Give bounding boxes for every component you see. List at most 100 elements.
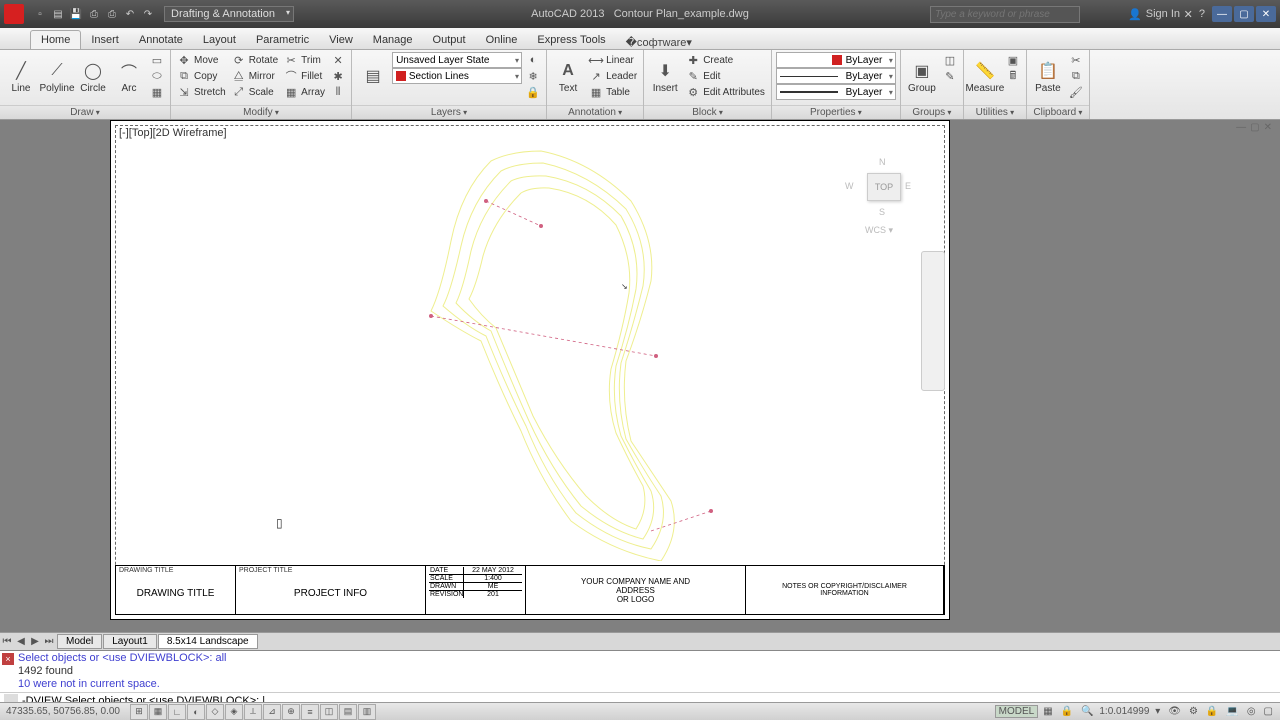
panel-title-properties[interactable]: Properties [772,105,900,119]
polyline-button[interactable]: ⟋Polyline [40,52,74,100]
workspace-switch-icon[interactable]: ⚙ [1186,706,1201,717]
hatch-button[interactable]: ▦ [148,84,166,100]
panel-title-annotation[interactable]: Annotation [547,105,643,119]
minimize-button[interactable]: — [1212,6,1232,22]
layer-freeze-button[interactable]: ❄ [524,68,542,84]
erase-button[interactable]: ✕ [329,52,347,68]
layer-current-combo[interactable]: Section Lines [392,68,522,84]
ungroup-button[interactable]: ◫ [941,52,959,68]
toolbar-lock-icon[interactable]: 🔒 [1203,706,1221,717]
mirror-button[interactable]: ⧋Mirror [230,68,280,84]
tab-nav-next-icon[interactable]: ▶ [28,636,42,647]
tab-manage[interactable]: Manage [363,31,423,49]
ducs-toggle[interactable]: ⊿ [263,704,281,720]
tab-express[interactable]: Express Tools [527,31,615,49]
tab-view[interactable]: View [319,31,363,49]
circle-button[interactable]: ◯Circle [76,52,110,100]
cmd-close-icon[interactable]: × [2,653,14,665]
grid-toggle[interactable]: ▦ [149,704,167,720]
osnap-toggle[interactable]: ◇ [206,704,224,720]
polar-toggle[interactable]: ◐ [187,704,205,720]
viewcube[interactable]: N S W E TOP WCS ▾ [849,161,919,251]
help-icon[interactable]: ? [1199,8,1205,21]
cut-button[interactable]: ✂ [1067,52,1085,68]
tab-home[interactable]: Home [30,30,81,49]
search-input[interactable] [930,6,1080,23]
tab-nav-first-icon[interactable]: ⏮ [0,636,14,647]
layer-properties-button[interactable]: ▤ [356,52,390,100]
tab-online[interactable]: Online [476,31,528,49]
tab-parametric[interactable]: Parametric [246,31,319,49]
qat-plot-icon[interactable]: ⎙ [104,6,120,22]
viewcube-wcs[interactable]: WCS ▾ [865,225,893,236]
layout-tab-layout1[interactable]: Layout1 [103,634,157,649]
match-prop-button[interactable]: 🖌 [1067,84,1085,100]
text-button[interactable]: AText [551,52,585,100]
viewcube-face[interactable]: TOP [867,173,901,201]
doc-close-icon[interactable]: ✕ [1264,122,1272,133]
panel-title-modify[interactable]: Modify [171,105,351,119]
dyn-toggle[interactable]: ⊕ [282,704,300,720]
isolate-objects-icon[interactable]: ◎ [1244,706,1259,717]
sc-toggle[interactable]: ▥ [358,704,376,720]
viewport-label[interactable]: [-][Top][2D Wireframe] [119,127,227,139]
viewcube-west[interactable]: W [845,181,854,191]
offset-button[interactable]: ⫴ [329,84,347,100]
qat-new-icon[interactable]: ▫ [32,6,48,22]
exchange-icon[interactable]: ✕ [1184,8,1193,21]
group-edit-button[interactable]: ✎ [941,68,959,84]
table-button[interactable]: ▦Table [587,84,639,100]
paste-button[interactable]: 📋Paste [1031,52,1065,100]
tab-layout[interactable]: Layout [193,31,246,49]
panel-title-clipboard[interactable]: Clipboard [1027,105,1089,119]
3dosnap-toggle[interactable]: ◈ [225,704,243,720]
panel-title-groups[interactable]: Groups [901,105,963,119]
qp-toggle[interactable]: ▤ [339,704,357,720]
tab-annotate[interactable]: Annotate [129,31,193,49]
edit-block-button[interactable]: ✎Edit [684,68,767,84]
move-button[interactable]: ✥Move [175,52,228,68]
scale-button[interactable]: ⤢Scale [230,84,280,100]
color-combo[interactable]: ByLayer [776,52,896,68]
close-button[interactable]: ✕ [1256,6,1276,22]
rectangle-button[interactable]: ▭ [148,52,166,68]
otrack-toggle[interactable]: ⟂ [244,704,262,720]
layer-iso-button[interactable]: ◐ [524,52,542,68]
drawing-area[interactable]: — ▢ ✕ [-][Top][2D Wireframe] N S W E TOP… [0,120,1280,640]
edit-attr-button[interactable]: ⚙Edit Attributes [684,84,767,100]
hardware-accel-icon[interactable]: 💻 [1223,706,1241,717]
trim-button[interactable]: ✂Trim [282,52,327,68]
insert-block-button[interactable]: ⬇Insert [648,52,682,100]
array-button[interactable]: ▦Array [282,84,327,100]
tab-focus-icon[interactable]: �софтware▾ [626,36,692,49]
measure-button[interactable]: 📏Measure [968,52,1002,100]
rotate-button[interactable]: ⟳Rotate [230,52,280,68]
qat-redo-icon[interactable]: ↷ [140,6,156,22]
qat-undo-icon[interactable]: ↶ [122,6,138,22]
linear-dim-button[interactable]: ⟷Linear [587,52,639,68]
status-lock-icon[interactable]: 🔒 [1058,706,1076,717]
navigation-bar[interactable] [921,251,945,391]
explode-button[interactable]: ✱ [329,68,347,84]
command-window[interactable]: × Select objects or <use DVIEWBLOCK>: al… [0,650,1280,702]
qat-open-icon[interactable]: ▤ [50,6,66,22]
viewcube-north[interactable]: N [879,157,886,167]
tab-nav-last-icon[interactable]: ⏭ [42,636,56,647]
linetype-combo[interactable]: ByLayer [776,68,896,84]
viewcube-east[interactable]: E [905,181,911,191]
layout-tab-model[interactable]: Model [57,634,102,649]
tab-nav-prev-icon[interactable]: ◀ [14,636,28,647]
ortho-toggle[interactable]: ∟ [168,704,186,720]
viewcube-south[interactable]: S [879,207,885,217]
layout-tab-landscape[interactable]: 8.5x14 Landscape [158,634,258,649]
doc-max-icon[interactable]: ▢ [1250,122,1259,133]
workspace-selector[interactable]: Drafting & Annotation [164,6,294,22]
snap-toggle[interactable]: ⊞ [130,704,148,720]
layer-state-combo[interactable]: Unsaved Layer State [392,52,522,68]
doc-min-icon[interactable]: — [1236,122,1246,133]
annotation-visibility-icon[interactable]: 👁 [1165,706,1184,717]
panel-title-block[interactable]: Block [644,105,771,119]
stretch-button[interactable]: ⇲Stretch [175,84,228,100]
tab-insert[interactable]: Insert [81,31,129,49]
panel-title-utilities[interactable]: Utilities [964,105,1026,119]
